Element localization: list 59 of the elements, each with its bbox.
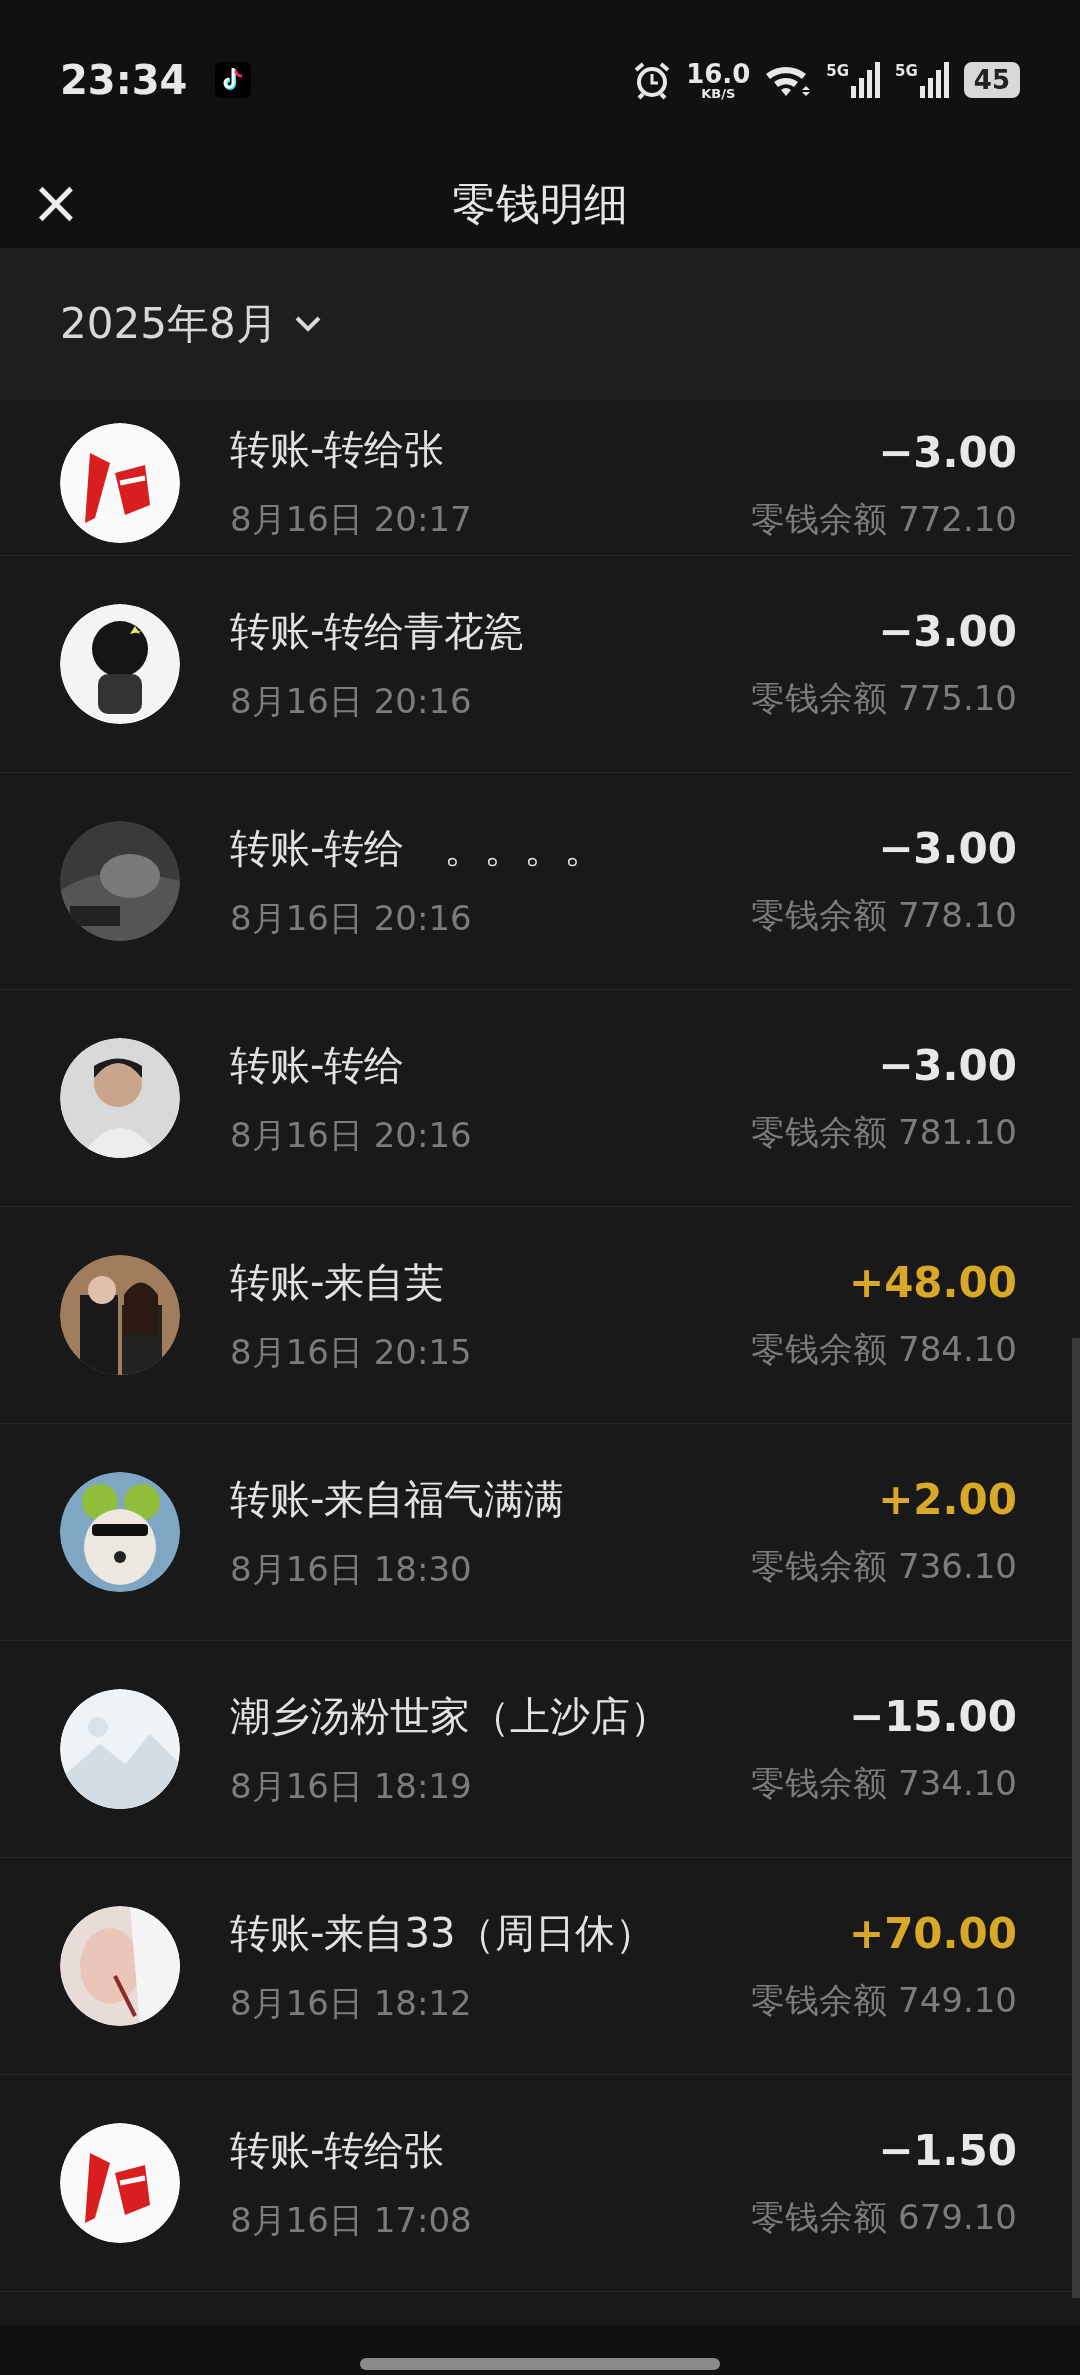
transaction-time: 8月16日 17:08 (230, 2198, 473, 2242)
balance-text: 零钱余额 772.10 (751, 498, 1017, 541)
month-selector[interactable]: 2025年8月 (60, 296, 322, 352)
transaction-title: 转账-来自福气满满 (230, 1474, 566, 1524)
transaction-row[interactable]: 转账-转给 8月16日 20:16 −3.00 零钱余额 781.10 (0, 990, 1072, 1207)
network-speed: 16.0 (686, 60, 751, 87)
transaction-amount: −3.00 (878, 428, 1017, 477)
transaction-time: 8月16日 20:17 (230, 498, 473, 541)
balance-text: 零钱余额 778.10 (751, 893, 1017, 937)
balance-text: 零钱余额 784.10 (751, 1327, 1017, 1371)
transaction-title: 潮乡汤粉世家（上沙店） (230, 1691, 671, 1741)
transaction-time: 8月16日 20:16 (230, 679, 473, 723)
transaction-row[interactable]: 转账-来自芙 8月16日 20:15 +48.00 零钱余额 784.10 (0, 1207, 1072, 1424)
transaction-row[interactable]: 转账-来自福气满满 8月16日 18:30 +2.00 零钱余额 736.10 (0, 1424, 1072, 1641)
transaction-time: 8月16日 18:19 (230, 1764, 473, 1808)
transaction-title: 转账-来自33（周日休） (230, 1908, 657, 1958)
transaction-amount: −3.00 (878, 606, 1017, 656)
transaction-time: 8月16日 20:15 (230, 1330, 473, 1374)
transaction-row[interactable]: 转账-转给张 8月16日 17:08 −1.50 零钱余额 679.10 (0, 2075, 1072, 2292)
transaction-row[interactable]: 转账-转给 。。。。 8月16日 20:16 −3.00 零钱余额 778.10 (0, 773, 1072, 990)
status-time: 23:34 (60, 57, 188, 103)
network-type: 5G (895, 62, 918, 80)
close-button[interactable]: × (28, 174, 84, 230)
balance-text: 零钱余额 734.10 (751, 1761, 1017, 1805)
balance-text: 零钱余额 749.10 (751, 1978, 1017, 2022)
transaction-title: 转账-来自芙 (230, 1257, 446, 1307)
page-title: 零钱明细 (452, 176, 628, 231)
transaction-title: 转账-转给 (230, 1040, 406, 1090)
speed-unit: KB/S (701, 86, 736, 100)
home-indicator[interactable] (360, 2358, 720, 2370)
transaction-amount: −3.00 (878, 823, 1017, 873)
transaction-row[interactable]: 转账-来自33（周日休） 8月16日 18:12 +70.00 零钱余额 749.10 (0, 1858, 1072, 2075)
transaction-amount: −1.50 (878, 2125, 1017, 2175)
transaction-amount: −3.00 (878, 1040, 1017, 1090)
network-type: 5G (826, 62, 850, 80)
transaction-time: 8月16日 20:16 (230, 896, 473, 940)
transaction-title: 转账-转给青花瓷 (230, 606, 526, 656)
transaction-row[interactable]: 转账-转给张 8月16日 20:17 −3.00 零钱余额 772.10 (0, 400, 1072, 556)
chevron-down-icon (293, 315, 322, 333)
transaction-time: 8月16日 18:30 (230, 1547, 473, 1591)
transaction-time: 8月16日 20:16 (230, 1113, 473, 1157)
balance-text: 零钱余额 679.10 (751, 2195, 1017, 2239)
battery-level: 45 (963, 62, 1020, 98)
transaction-title: 转账-转给张 (230, 425, 446, 474)
transaction-amount: −15.00 (848, 1691, 1017, 1741)
transaction-row[interactable]: 潮乡汤粉世家（上沙店） 8月16日 18:19 −15.00 零钱余额 734.10 (0, 1641, 1072, 1858)
signal-icon (919, 62, 950, 98)
transaction-title: 转账-转给张 (230, 2125, 446, 2175)
balance-text: 零钱余额 736.10 (751, 1544, 1017, 1588)
balance-text: 零钱余额 781.10 (751, 1110, 1017, 1154)
transaction-row[interactable]: 转账-转给青花瓷 8月16日 20:16 −3.00 零钱余额 775.10 (0, 556, 1072, 773)
music-note-icon (215, 62, 252, 98)
transaction-amount: +70.00 (848, 1908, 1017, 1958)
signal-icon (851, 62, 882, 98)
transaction-amount: +48.00 (848, 1257, 1017, 1307)
balance-text: 零钱余额 775.10 (751, 676, 1017, 720)
transaction-title: 转账-转给 。。。。 (230, 823, 606, 873)
transaction-time: 8月16日 18:12 (230, 1981, 473, 2025)
transaction-amount: +2.00 (878, 1474, 1017, 1524)
